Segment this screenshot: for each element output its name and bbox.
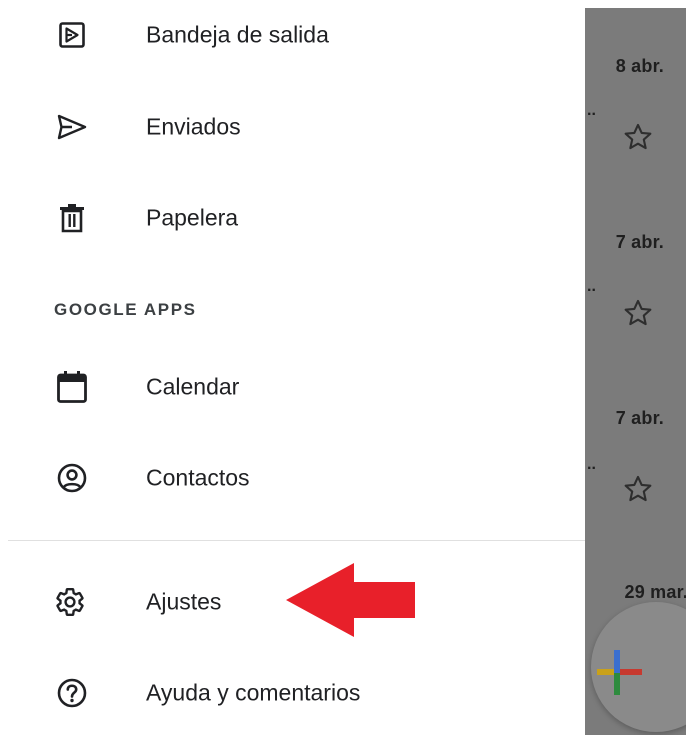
email-snippet-truncation: ..	[587, 278, 596, 295]
inbox-background: 8 abr. .. 7 abr. .. 7 abr. .. 29 mar.	[583, 8, 686, 735]
trash-icon	[50, 196, 94, 240]
drawer-item-label: Contactos	[146, 464, 250, 491]
star-icon[interactable]	[621, 296, 655, 330]
drawer-divider	[8, 540, 585, 541]
drawer-item-help[interactable]: Ayuda y comentarios	[0, 663, 585, 723]
drawer-item-label: Bandeja de salida	[146, 21, 329, 48]
email-date: 8 abr.	[615, 56, 664, 76]
drawer-item-label: Calendar	[146, 373, 240, 400]
annotation-arrow-icon	[286, 563, 415, 637]
drawer-item-trash[interactable]: Papelera	[0, 188, 585, 248]
compose-plus-icon	[597, 650, 642, 695]
drawer-item-outbox[interactable]: Bandeja de salida	[0, 5, 585, 65]
drawer-item-label: Papelera	[146, 204, 239, 231]
email-snippet-truncation: ..	[587, 102, 596, 119]
help-icon	[50, 671, 94, 715]
annotation-arrow-shape	[286, 563, 415, 637]
star-icon[interactable]	[621, 472, 655, 506]
drawer-item-label: Ajustes	[146, 588, 222, 615]
star-icon[interactable]	[621, 120, 655, 154]
drawer-item-sent[interactable]: Enviados	[0, 97, 585, 157]
outbox-icon	[50, 13, 94, 57]
email-date: 7 abr.	[615, 408, 664, 428]
drawer-item-contacts[interactable]: Contactos	[0, 448, 585, 508]
contacts-icon	[50, 456, 94, 500]
email-date: 7 abr.	[615, 232, 664, 252]
drawer-item-label: Ayuda y comentarios	[146, 679, 361, 706]
compose-button[interactable]	[591, 602, 686, 732]
drawer-item-calendar[interactable]: Calendar	[0, 357, 585, 417]
drawer-item-label: Enviados	[146, 113, 241, 140]
send-icon	[50, 105, 94, 149]
navigation-drawer: Bandeja de salida Enviados Papelera GOOG…	[0, 0, 585, 735]
section-header-google-apps: GOOGLE APPS	[54, 300, 197, 319]
calendar-icon	[50, 365, 94, 409]
screen: 8 abr. .. 7 abr. .. 7 abr. .. 29 mar. Ba…	[0, 0, 686, 735]
settings-icon	[48, 580, 92, 624]
email-snippet-truncation: ..	[587, 456, 596, 473]
email-date: 29 mar.	[624, 582, 686, 602]
